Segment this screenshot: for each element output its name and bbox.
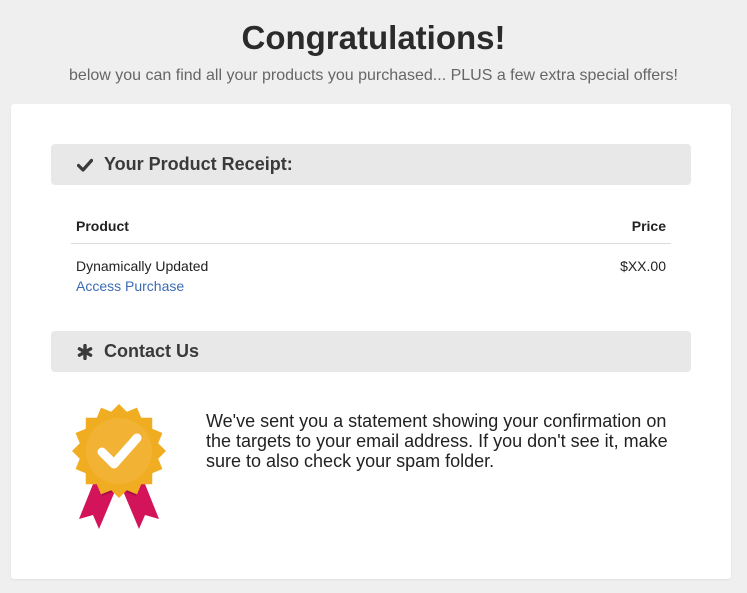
award-badge-icon	[69, 401, 169, 531]
checkmark-icon	[76, 156, 94, 174]
page-title: Congratulations!	[241, 19, 506, 56]
receipt-section-title: Your Product Receipt:	[104, 154, 293, 174]
receipt-section-header: Your Product Receipt:	[51, 144, 691, 185]
contact-section-header: Contact Us	[51, 331, 691, 372]
contact-section-title: Contact Us	[104, 341, 200, 361]
price-cell: $XX.00	[620, 258, 666, 274]
product-cell: Dynamically Updated Access Purchase	[76, 256, 208, 296]
table-row: Dynamically Updated Access Purchase $XX.…	[71, 244, 671, 296]
contact-message: We've sent you a statement showing your …	[206, 411, 668, 471]
receipt-table: Product Price Dynamically Updated Access…	[71, 217, 671, 296]
content-card: Your Product Receipt: Product Price Dyna…	[11, 104, 731, 579]
page-subtitle: below you can find all your products you…	[69, 67, 678, 84]
product-name: Dynamically Updated	[76, 258, 209, 274]
product-column-header: Product	[76, 218, 129, 234]
access-purchase-link[interactable]: Access Purchase	[76, 276, 208, 296]
price-column-header: Price	[631, 218, 666, 234]
table-header-row: Product Price	[71, 217, 671, 244]
asterisk-icon	[76, 343, 94, 361]
